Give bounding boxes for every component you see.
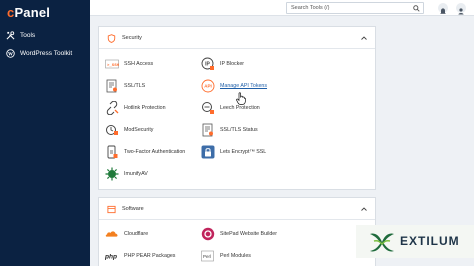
security-item-two-factor-authentication[interactable]: Two-Factor Authentication — [105, 145, 185, 159]
sidebar: cPanel Tools W WordPress Toolkit — [0, 0, 90, 266]
security-item-modsecurity[interactable]: ModSecurity — [105, 123, 153, 137]
item-label: PHP PEAR Packages — [124, 253, 176, 259]
item-label: ModSecurity — [124, 127, 154, 133]
security-item-imunifyav[interactable]: ImunifyAV — [105, 167, 148, 181]
sitepad-icon — [201, 227, 215, 241]
watermark-brand: EXTILUM — [400, 234, 460, 248]
ssl-status-icon — [202, 123, 213, 137]
search-placeholder: Search Tools (/) — [291, 5, 330, 11]
chevron-up-icon[interactable] — [361, 36, 367, 40]
software-item-perl-modules[interactable]: Perl Perl Modules — [201, 249, 251, 263]
item-label: Cloudflare — [124, 231, 149, 237]
sidebar-item-tools[interactable]: Tools — [6, 31, 35, 40]
hand-cursor-icon — [236, 92, 246, 105]
svg-text:W: W — [8, 52, 13, 57]
item-label: ImunifyAV — [124, 171, 148, 177]
software-item-sitepad-website-builder[interactable]: SitePad Website Builder — [201, 227, 277, 241]
cloudflare-icon — [105, 231, 118, 237]
item-label: Two-Factor Authentication — [124, 149, 186, 155]
item-label: SitePad Website Builder — [220, 231, 278, 237]
extilum-watermark: EXTILUM — [356, 225, 474, 258]
user-menu-button[interactable] — [456, 3, 466, 15]
chevron-up-icon[interactable] — [361, 207, 367, 211]
security-item-ssl-tls[interactable]: SSL/TLS — [105, 79, 145, 93]
php-icon: php — [105, 254, 117, 261]
item-label: Hotlink Protection — [124, 105, 166, 111]
svg-text:Perl: Perl — [203, 254, 211, 259]
item-label: Perl Modules — [220, 253, 251, 259]
extilum-logo-icon — [370, 233, 394, 252]
item-label: IP Blocker — [220, 61, 245, 67]
item-label: Leech Protection — [220, 105, 260, 111]
sidebar-item-wordpress-toolkit[interactable]: W WordPress Toolkit — [6, 49, 72, 58]
top-bar: Search Tools (/) — [90, 0, 474, 16]
panel-title: Software — [122, 206, 144, 212]
hotlink-protection-icon — [106, 101, 119, 115]
ip-blocker-icon: IP — [201, 57, 214, 70]
security-item-leech-protection[interactable]: Leech Protection — [201, 101, 260, 115]
security-item-ssl-tls-status[interactable]: SSL/TLS Status — [201, 123, 258, 137]
sidebar-item-label: Tools — [20, 32, 36, 39]
perl-icon: Perl — [201, 250, 214, 262]
ssl-certificate-icon — [106, 79, 117, 93]
item-label: Lets Encrypt™ SSL — [220, 149, 267, 155]
two-factor-icon — [107, 145, 118, 159]
cpanel-logo[interactable]: cPanel — [7, 5, 50, 20]
panel-title: Security — [122, 35, 142, 41]
item-label: SSL/TLS Status — [220, 127, 258, 133]
notifications-button[interactable] — [438, 3, 448, 14]
wordpress-icon: W — [6, 49, 15, 58]
shield-icon — [107, 34, 116, 43]
item-label: Manage API Tokens — [220, 83, 268, 89]
security-panel-header[interactable]: Security — [99, 27, 375, 49]
item-label: SSL/TLS — [124, 83, 146, 89]
software-panel-header[interactable]: Software — [99, 198, 375, 220]
search-input[interactable]: Search Tools (/) — [286, 2, 424, 14]
security-item-ip-blocker[interactable]: IP IP Blocker — [201, 57, 244, 71]
item-label: SSH Access — [124, 61, 154, 67]
svg-text:IP: IP — [205, 62, 210, 68]
svg-text:API: API — [204, 84, 212, 89]
imunifyav-icon — [105, 167, 119, 181]
api-token-icon: API — [201, 79, 215, 93]
modsecurity-icon — [106, 125, 118, 135]
svg-text:php: php — [105, 254, 117, 261]
security-item-hotlink-protection[interactable]: Hotlink Protection — [105, 101, 166, 115]
user-icon — [458, 8, 464, 15]
lets-encrypt-icon — [201, 145, 215, 159]
security-item-manage-api-tokens[interactable]: API Manage API Tokens — [201, 79, 267, 93]
bell-icon — [440, 8, 446, 14]
wrench-screwdriver-icon — [6, 31, 15, 40]
svg-text:>_SSH: >_SSH — [107, 63, 119, 68]
software-box-icon — [107, 205, 116, 214]
sidebar-item-label: WordPress Toolkit — [20, 50, 73, 57]
security-item-ssh-access[interactable]: >_SSH SSH Access — [105, 57, 153, 71]
leech-protection-icon — [202, 102, 214, 114]
ssh-terminal-icon: >_SSH — [105, 59, 119, 69]
software-item-php-pear-packages[interactable]: php PHP PEAR Packages — [105, 249, 175, 263]
software-item-cloudflare[interactable]: Cloudflare — [105, 227, 148, 241]
security-item-lets-encrypt-ssl[interactable]: Lets Encrypt™ SSL — [201, 145, 266, 159]
search-icon — [413, 5, 420, 12]
